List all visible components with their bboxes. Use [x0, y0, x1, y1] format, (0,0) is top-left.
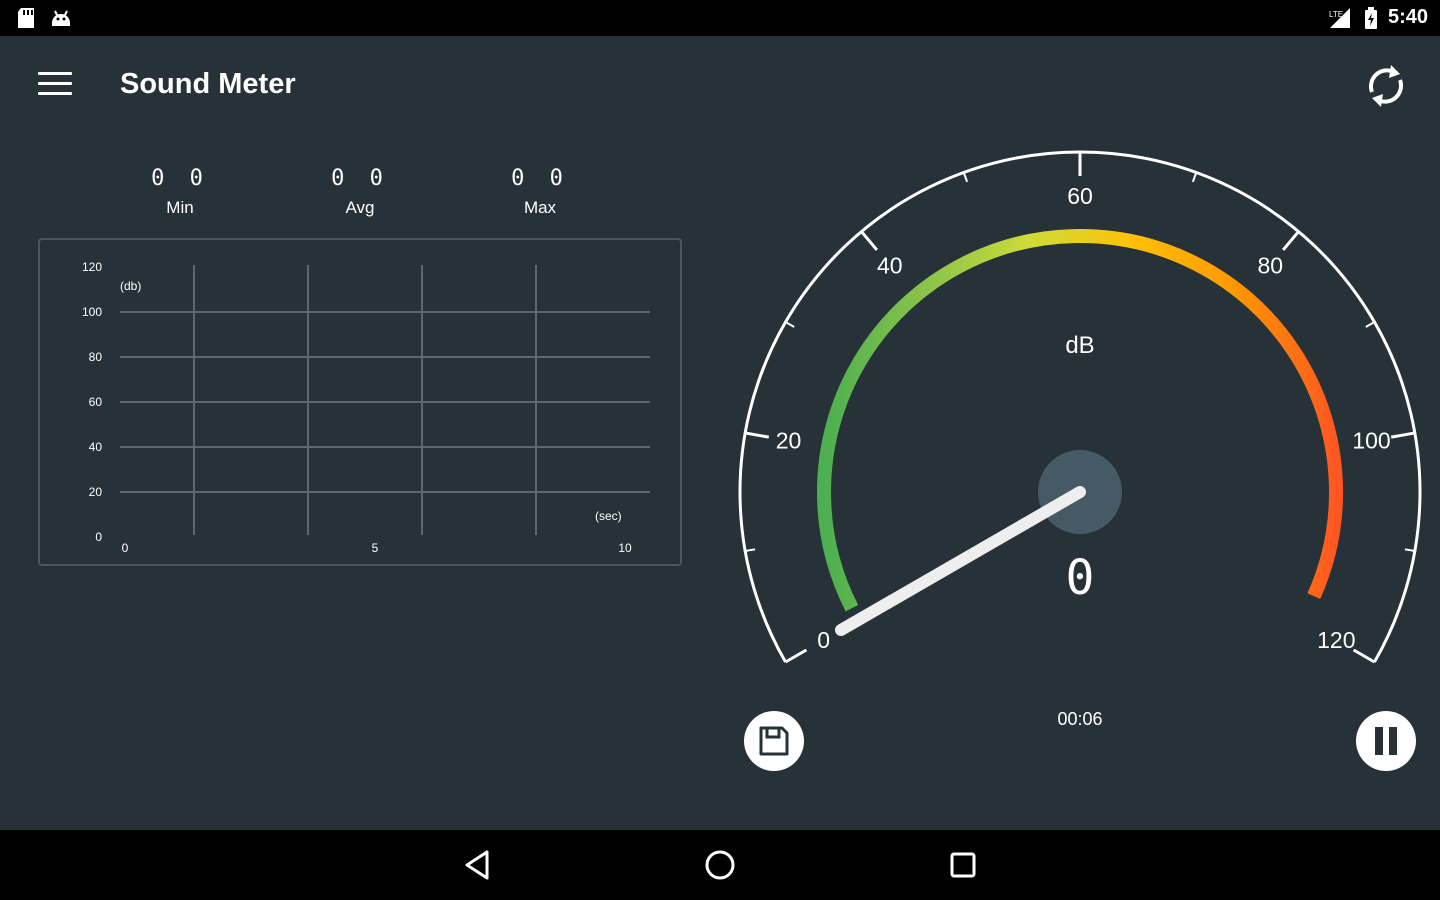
floppy-disk-icon	[759, 726, 789, 756]
y-tick-label: 80	[89, 350, 103, 364]
hamburger-menu-icon[interactable]	[38, 72, 72, 100]
back-icon[interactable]	[457, 844, 499, 886]
gauge-tick-label: 100	[1352, 428, 1390, 454]
refresh-icon[interactable]	[1360, 60, 1412, 112]
svg-text:LTE: LTE	[1329, 10, 1343, 19]
stat-avg-label: Avg	[345, 198, 375, 217]
y-tick-label: 40	[89, 440, 103, 454]
gauge-tick-label: 120	[1317, 627, 1355, 653]
stat-avg-value: 0 0	[331, 166, 389, 191]
y-tick-label: 60	[89, 395, 103, 409]
elapsed-time: 00:06	[1057, 709, 1103, 729]
signal-icon: LTE	[1329, 7, 1350, 28]
stat-min-value: 0 0	[151, 166, 209, 191]
clock-time: 5:40	[1387, 6, 1428, 28]
android-icon	[52, 10, 70, 26]
stat-min: 0 0 Min	[120, 166, 240, 218]
save-button[interactable]	[744, 711, 804, 771]
gauge-tick-label: 0	[817, 627, 830, 653]
history-chart-panel: (db) (sec) 120 100 80 60 40 20 0 0 5 10	[38, 238, 682, 566]
gauge-tick-label: 40	[877, 252, 903, 278]
pause-button[interactable]	[1356, 711, 1416, 771]
home-icon[interactable]	[699, 844, 741, 886]
stat-max-value: 0 0	[511, 166, 569, 191]
navigation-bar	[0, 830, 1440, 900]
y-unit-label: (db)	[120, 279, 141, 293]
stat-min-label: Min	[166, 198, 194, 217]
gauge-tick-label: 20	[776, 428, 802, 454]
y-tick-label: 0	[95, 530, 102, 544]
gauge-reading: 0	[1066, 550, 1095, 606]
history-chart: (db) (sec) 120 100 80 60 40 20 0 0 5 10	[82, 260, 650, 555]
stat-max-label: Max	[523, 198, 557, 217]
sd-card-icon	[18, 8, 34, 28]
y-tick-label: 100	[82, 305, 102, 319]
gauge-tick-label: 80	[1257, 252, 1283, 278]
y-tick-label: 20	[89, 485, 103, 499]
x-tick-label: 5	[372, 541, 379, 555]
page-title: Sound Meter	[120, 68, 296, 100]
gauge-tick-label: 60	[1067, 183, 1093, 209]
status-bar: LTE 5:40	[0, 0, 1440, 36]
gauge-unit-label: dB	[1065, 332, 1094, 359]
pause-icon	[1375, 727, 1397, 755]
y-tick-label: 120	[82, 260, 102, 274]
x-tick-label: 0	[122, 541, 129, 555]
recents-icon[interactable]	[942, 844, 984, 886]
stat-avg: 0 0 Avg	[300, 166, 420, 218]
x-tick-label: 10	[618, 541, 632, 555]
battery-icon	[1364, 6, 1377, 29]
stat-max: 0 0 Max	[480, 166, 600, 218]
x-unit-label: (sec)	[595, 509, 622, 523]
